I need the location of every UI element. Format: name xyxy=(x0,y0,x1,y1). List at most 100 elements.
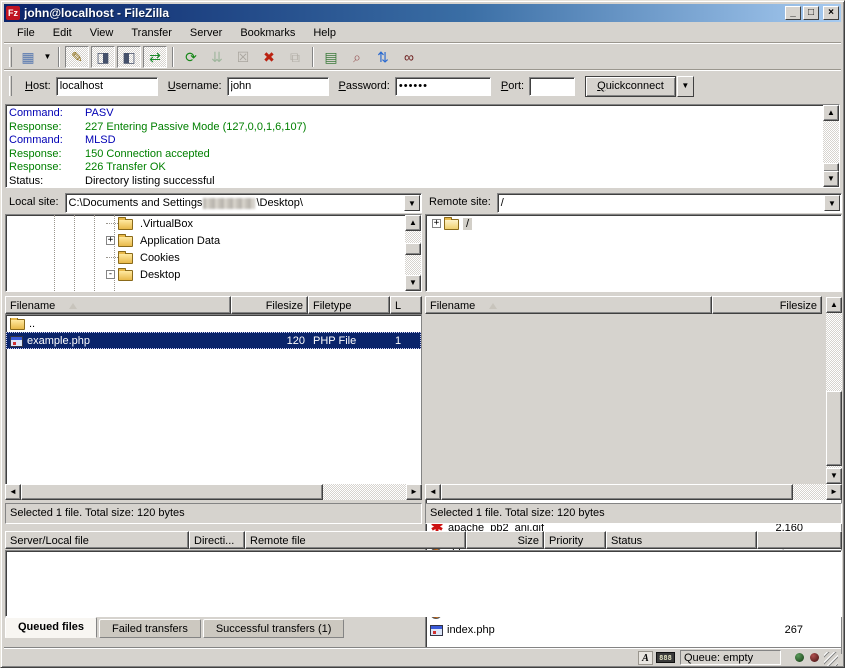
queue-column-server-local-file[interactable]: Server/Local file xyxy=(5,531,189,549)
expand-icon[interactable]: + xyxy=(106,236,115,245)
menu-item-view[interactable]: View xyxy=(81,25,123,41)
remote-site-combobox[interactable]: / ▼ xyxy=(497,193,842,213)
tree-item-application-data[interactable]: +Application Data xyxy=(6,232,421,249)
sync-browsing-button[interactable]: ⇅ xyxy=(371,46,395,68)
site-manager-dropdown-button[interactable]: ▼ xyxy=(41,46,54,68)
scroll-up-icon[interactable]: ▲ xyxy=(823,105,839,121)
username-input[interactable] xyxy=(227,77,329,96)
remote-site-row: Remote site: / ▼ xyxy=(425,193,842,213)
queue-column-priority[interactable]: Priority xyxy=(544,531,606,549)
tree-item-desktop[interactable]: -Desktop xyxy=(6,266,421,283)
log-line-text: 150 Connection accepted xyxy=(85,148,210,162)
menu-item-file[interactable]: File xyxy=(8,25,44,41)
tree-item-root[interactable]: +/ xyxy=(426,215,841,232)
queue-column-directi-[interactable]: Directi... xyxy=(189,531,245,549)
file-row--[interactable]: .. xyxy=(6,315,421,332)
expand-icon[interactable]: + xyxy=(432,219,441,228)
scroll-down-icon[interactable]: ▼ xyxy=(826,468,842,484)
file-row-example-php[interactable]: example.php120PHP File1 xyxy=(6,332,421,349)
chevron-down-icon: ▼ xyxy=(681,81,689,90)
filter-icon: ▤ xyxy=(324,50,337,64)
local-tree-scrollbar-thumb[interactable] xyxy=(405,243,421,255)
local-horizontal-scrollbar[interactable]: ◄ ► xyxy=(5,484,422,500)
resize-grip[interactable] xyxy=(824,652,838,666)
menu-item-transfer[interactable]: Transfer xyxy=(122,25,181,41)
toolbar: ▦▼ ✎ ◨ ◧⇄ ⟳⇊☒ ✖ ⧉ ▤ ⌕⇅∞ xyxy=(4,43,841,69)
quickconnect-button[interactable]: Quickconnect xyxy=(585,76,676,97)
toggle-log-button[interactable]: ✎ xyxy=(65,46,89,68)
scroll-down-icon[interactable]: ▼ xyxy=(823,171,839,187)
tab-successful-transfers-1-[interactable]: Successful transfers (1) xyxy=(203,619,345,638)
open-folder-icon xyxy=(444,219,459,230)
log-scrollbar[interactable]: ▲ ▼ xyxy=(823,105,839,187)
filter-button[interactable]: ▤ xyxy=(319,46,343,68)
combo-dropdown-icon[interactable]: ▼ xyxy=(824,195,840,211)
search-button[interactable]: ∞ xyxy=(397,46,421,68)
scroll-up-icon[interactable]: ▲ xyxy=(405,215,421,231)
local-site-combobox[interactable]: C:\Documents and Settings\Desktop\ ▼ xyxy=(65,193,422,213)
filezilla-window: Fz john@localhost - FileZilla _ □ × File… xyxy=(0,0,845,668)
scroll-right-icon[interactable]: ► xyxy=(406,484,422,500)
toggle-queue-button[interactable]: ⇄ xyxy=(143,46,167,68)
tree-item--virtualbox[interactable]: .VirtualBox xyxy=(6,215,421,232)
password-input[interactable] xyxy=(395,77,491,96)
toggle-remote-pane-button[interactable]: ◧ xyxy=(117,46,141,68)
menu-item-help[interactable]: Help xyxy=(304,25,345,41)
tab-queued-files[interactable]: Queued files xyxy=(5,617,97,638)
column-header-l[interactable]: L xyxy=(390,296,422,314)
scroll-left-icon[interactable]: ◄ xyxy=(425,484,441,500)
remote-list-scrollbar-thumb[interactable] xyxy=(826,391,842,466)
scroll-down-icon[interactable]: ▼ xyxy=(405,275,421,291)
column-header-filesize[interactable]: Filesize xyxy=(231,296,308,314)
disconnect-button[interactable]: ✖ xyxy=(257,46,281,68)
column-header-filesize[interactable]: Filesize xyxy=(712,296,822,314)
folder-icon xyxy=(118,236,133,247)
toggle-local-pane-icon: ◨ xyxy=(96,50,109,64)
remote-path: / xyxy=(501,197,504,209)
column-header-filename[interactable]: Filename xyxy=(5,296,231,314)
queue-header: Server/Local fileDirecti...Remote fileSi… xyxy=(5,531,842,549)
scroll-up-icon[interactable]: ▲ xyxy=(826,297,842,313)
close-button[interactable]: × xyxy=(823,6,839,20)
compare-button[interactable]: ⌕ xyxy=(345,46,369,68)
menu-item-edit[interactable]: Edit xyxy=(44,25,81,41)
php-file-icon xyxy=(10,336,23,347)
column-header-filename[interactable]: Filename xyxy=(425,296,712,314)
scroll-right-icon[interactable]: ► xyxy=(826,484,842,500)
toggle-local-pane-button[interactable]: ◨ xyxy=(91,46,115,68)
local-selection-status: Selected 1 file. Total size: 120 bytes xyxy=(5,503,422,524)
menu-item-bookmarks[interactable]: Bookmarks xyxy=(231,25,304,41)
tree-item-label: / xyxy=(463,218,472,230)
quickconnect-dropdown-button[interactable]: ▼ xyxy=(677,76,694,97)
remote-horizontal-scrollbar[interactable]: ◄ ► xyxy=(425,484,842,500)
password-label: Password: xyxy=(339,80,390,92)
host-input[interactable] xyxy=(56,77,158,96)
column-header-filetype[interactable]: Filetype xyxy=(308,296,390,314)
scroll-left-icon[interactable]: ◄ xyxy=(5,484,21,500)
remote-list-scrollbar[interactable]: ▲ ▼ xyxy=(826,297,842,484)
queue-column-remote-file[interactable]: Remote file xyxy=(245,531,466,549)
cancel-button[interactable]: ☒ xyxy=(231,46,255,68)
site-manager-button[interactable]: ▦ xyxy=(16,46,40,68)
queue-column-size[interactable]: Size xyxy=(466,531,544,549)
tab-failed-transfers[interactable]: Failed transfers xyxy=(99,619,201,638)
tree-item-cookies[interactable]: Cookies xyxy=(6,249,421,266)
maximize-button[interactable]: □ xyxy=(803,6,819,20)
collapse-icon[interactable]: - xyxy=(106,270,115,279)
minimize-button[interactable]: _ xyxy=(785,6,801,20)
local-tree-scrollbar[interactable]: ▲ ▼ xyxy=(405,215,421,291)
menu-item-server[interactable]: Server xyxy=(181,25,231,41)
port-input[interactable] xyxy=(529,77,575,96)
local-hscroll-thumb[interactable] xyxy=(21,484,323,500)
remote-hscroll-thumb[interactable] xyxy=(441,484,793,500)
disconnect-icon: ✖ xyxy=(263,50,275,64)
toggle-log-icon: ✎ xyxy=(71,50,83,64)
queue-column-status[interactable]: Status xyxy=(606,531,757,549)
process-queue-button[interactable]: ⇊ xyxy=(205,46,229,68)
reconnect-button[interactable]: ⧉ xyxy=(283,46,307,68)
log-line: Status:Directory listing successful xyxy=(9,175,821,189)
log-line: Command:PASV xyxy=(9,107,821,121)
log-line: Response:226 Transfer OK xyxy=(9,161,821,175)
refresh-button[interactable]: ⟳ xyxy=(179,46,203,68)
combo-dropdown-icon[interactable]: ▼ xyxy=(404,195,420,211)
